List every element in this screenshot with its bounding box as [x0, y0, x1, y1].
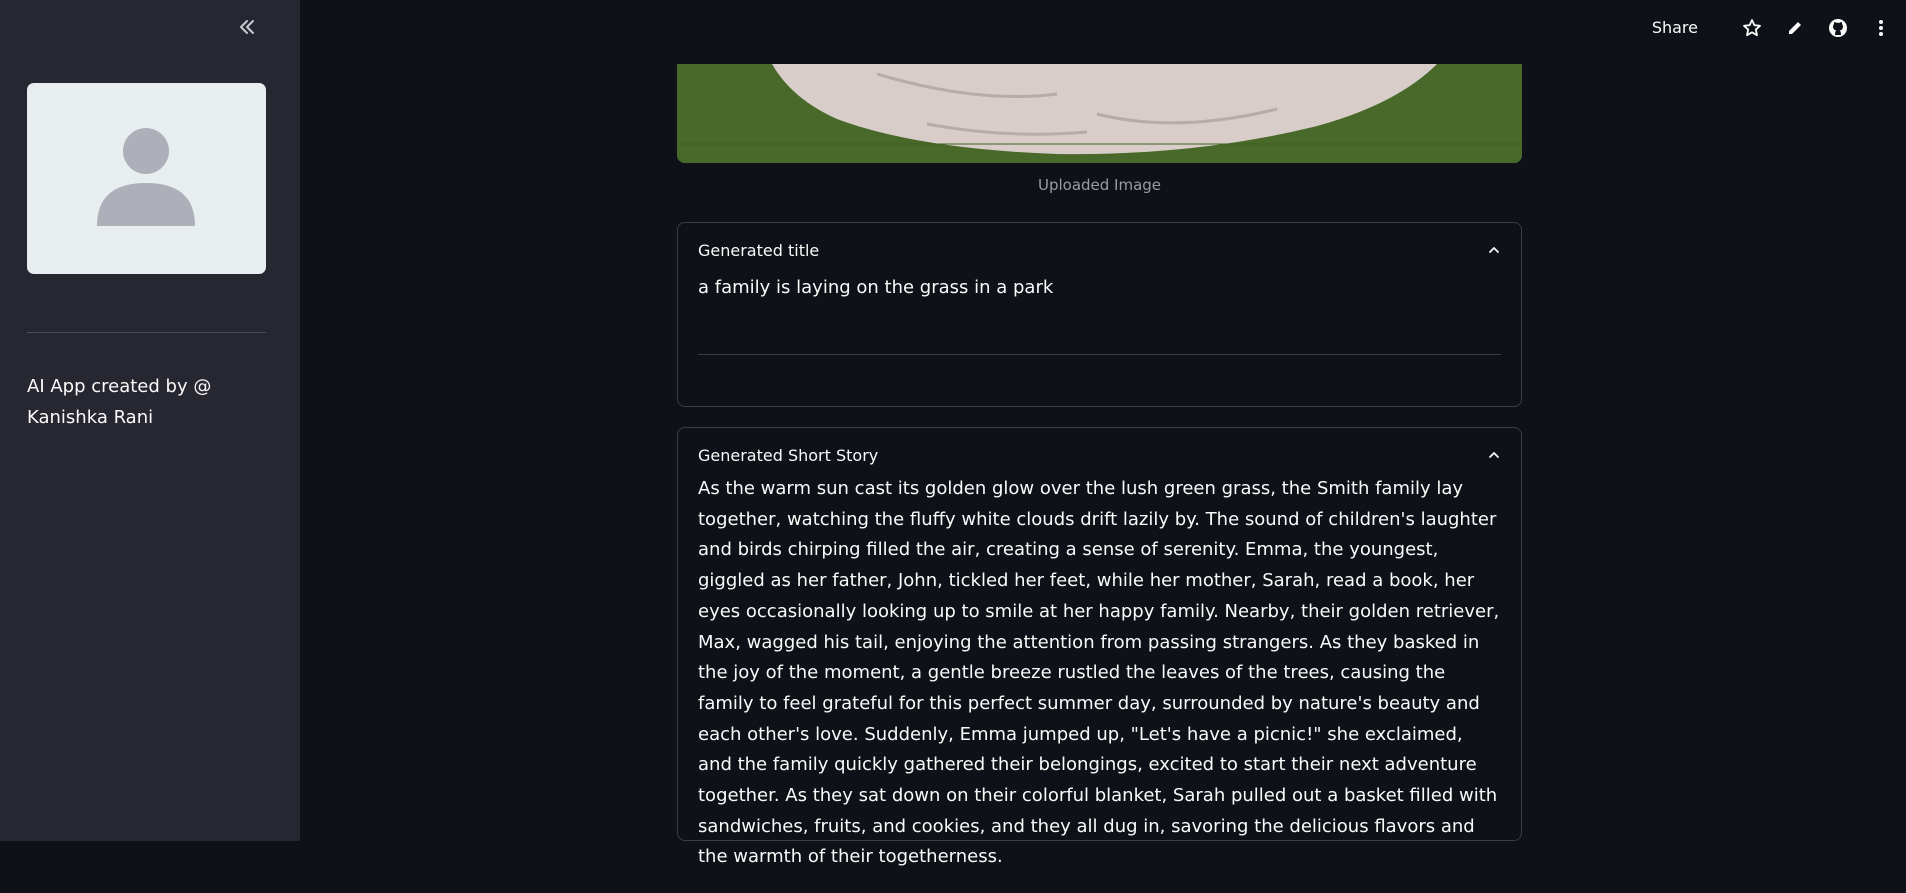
generated-title-text: a family is laying on the grass in a par… — [698, 277, 1054, 298]
image-caption: Uploaded Image — [1037, 176, 1162, 194]
star-icon[interactable] — [1741, 17, 1763, 39]
uploaded-image — [677, 64, 1522, 163]
generated-title-expander: Generated title a family is laying on th… — [677, 222, 1522, 407]
kebab-menu-icon[interactable] — [1870, 17, 1892, 39]
chevron-up-icon[interactable] — [1487, 448, 1501, 462]
title-divider — [698, 353, 1501, 355]
chevron-up-icon[interactable] — [1487, 243, 1501, 257]
generated-story-text: As the warm sun cast its golden glow ove… — [698, 478, 1500, 868]
double-chevron-left-icon — [240, 20, 254, 34]
generated-title-body: a family is laying on the grass in a par… — [678, 273, 1521, 375]
generated-title-label: Generated title — [698, 240, 820, 260]
generated-title-header[interactable]: Generated title — [678, 223, 1521, 277]
top-toolbar: Share — [1606, 0, 1906, 55]
github-icon[interactable] — [1827, 17, 1849, 39]
collapse-sidebar-button[interactable] — [232, 12, 262, 42]
avatar — [27, 83, 266, 274]
generated-story-label: Generated Short Story — [698, 445, 879, 465]
sidebar-divider — [27, 332, 266, 333]
app-credit-text: AI App created by @ Kanishka Rani — [27, 376, 212, 428]
pencil-icon[interactable] — [1784, 17, 1806, 39]
person-placeholder-icon — [97, 128, 195, 226]
sidebar: AI App created by @ Kanishka Rani — [0, 0, 300, 841]
share-button[interactable]: Share — [1652, 18, 1698, 37]
generated-story-expander: Generated Short Story As the warm sun ca… — [677, 427, 1522, 867]
generated-story-body: As the warm sun cast its golden glow ove… — [678, 474, 1521, 893]
